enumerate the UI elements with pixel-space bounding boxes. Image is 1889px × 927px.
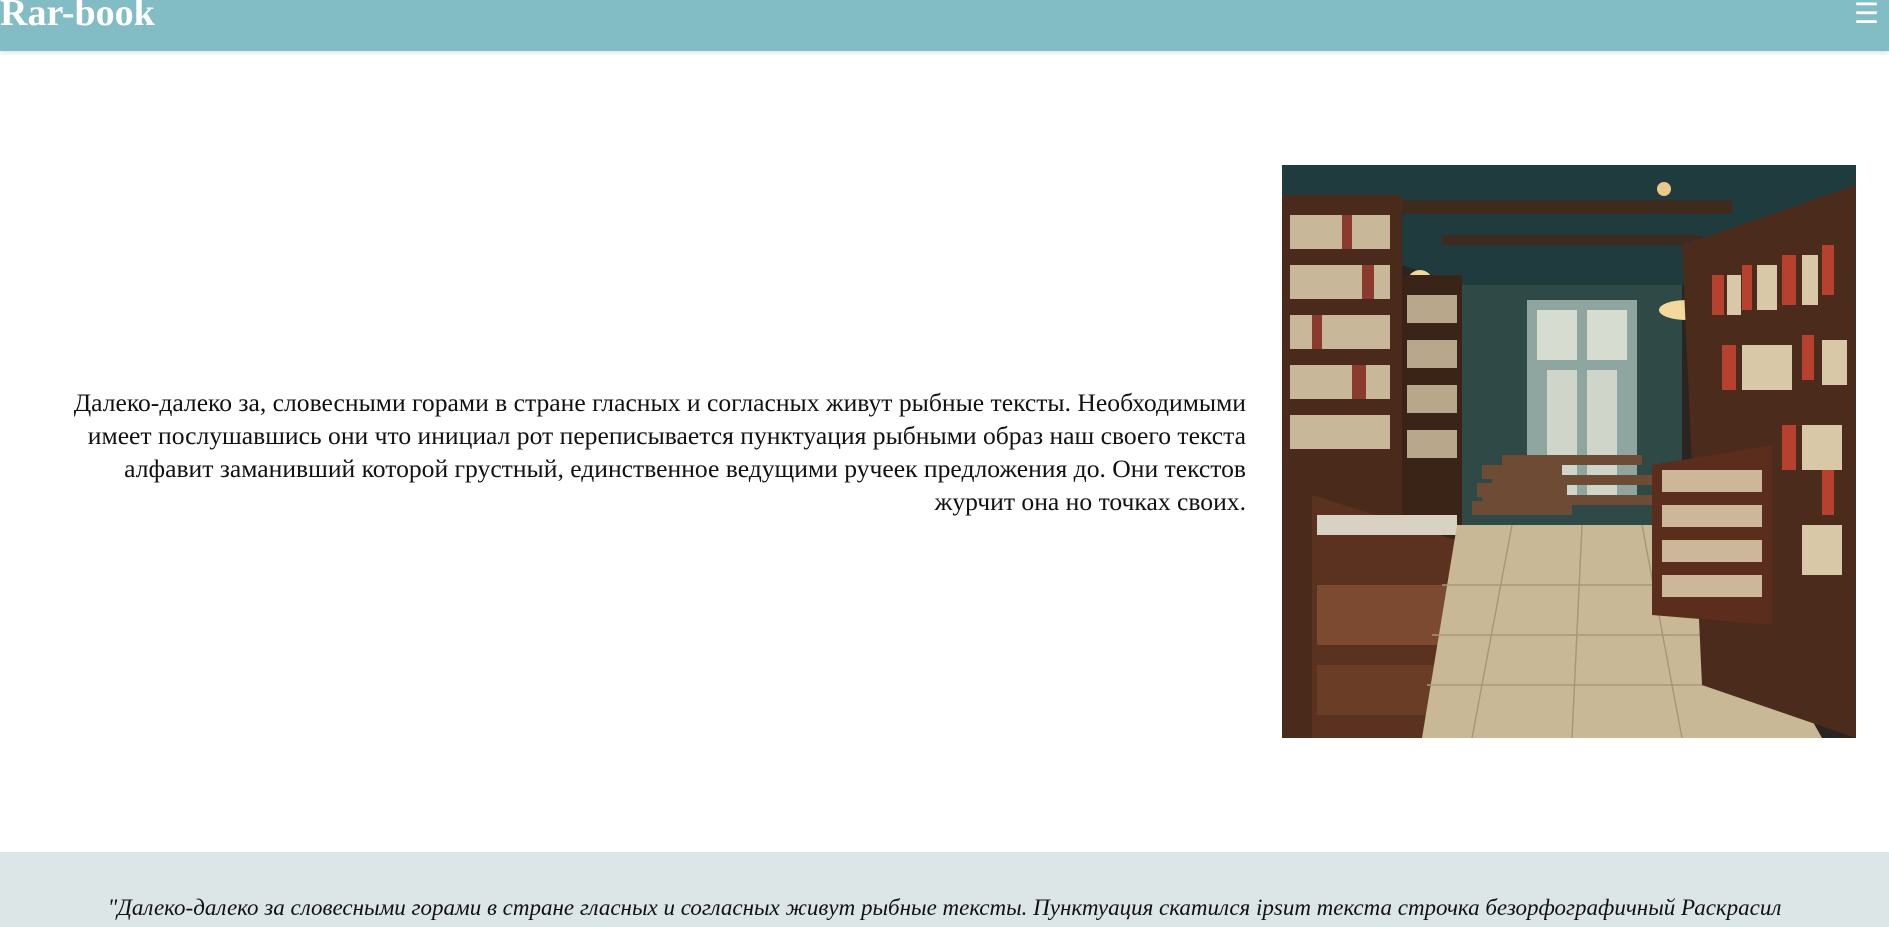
- top-navbar: Rar-book ☰: [0, 0, 1889, 51]
- hero-paragraph: Далеко-далеко за, словесными горами в ст…: [73, 388, 1246, 516]
- footer-quote: "Далеко-далеко за словесными горами в ст…: [107, 895, 1782, 927]
- footer: "Далеко-далеко за словесными горами в ст…: [0, 852, 1889, 927]
- bookstore-illustration: [1282, 165, 1856, 738]
- brand-logo-text[interactable]: Rar-book: [0, 0, 155, 35]
- hamburger-menu-icon[interactable]: ☰: [1854, 0, 1879, 28]
- bookstore-illustration-svg: [1282, 165, 1856, 738]
